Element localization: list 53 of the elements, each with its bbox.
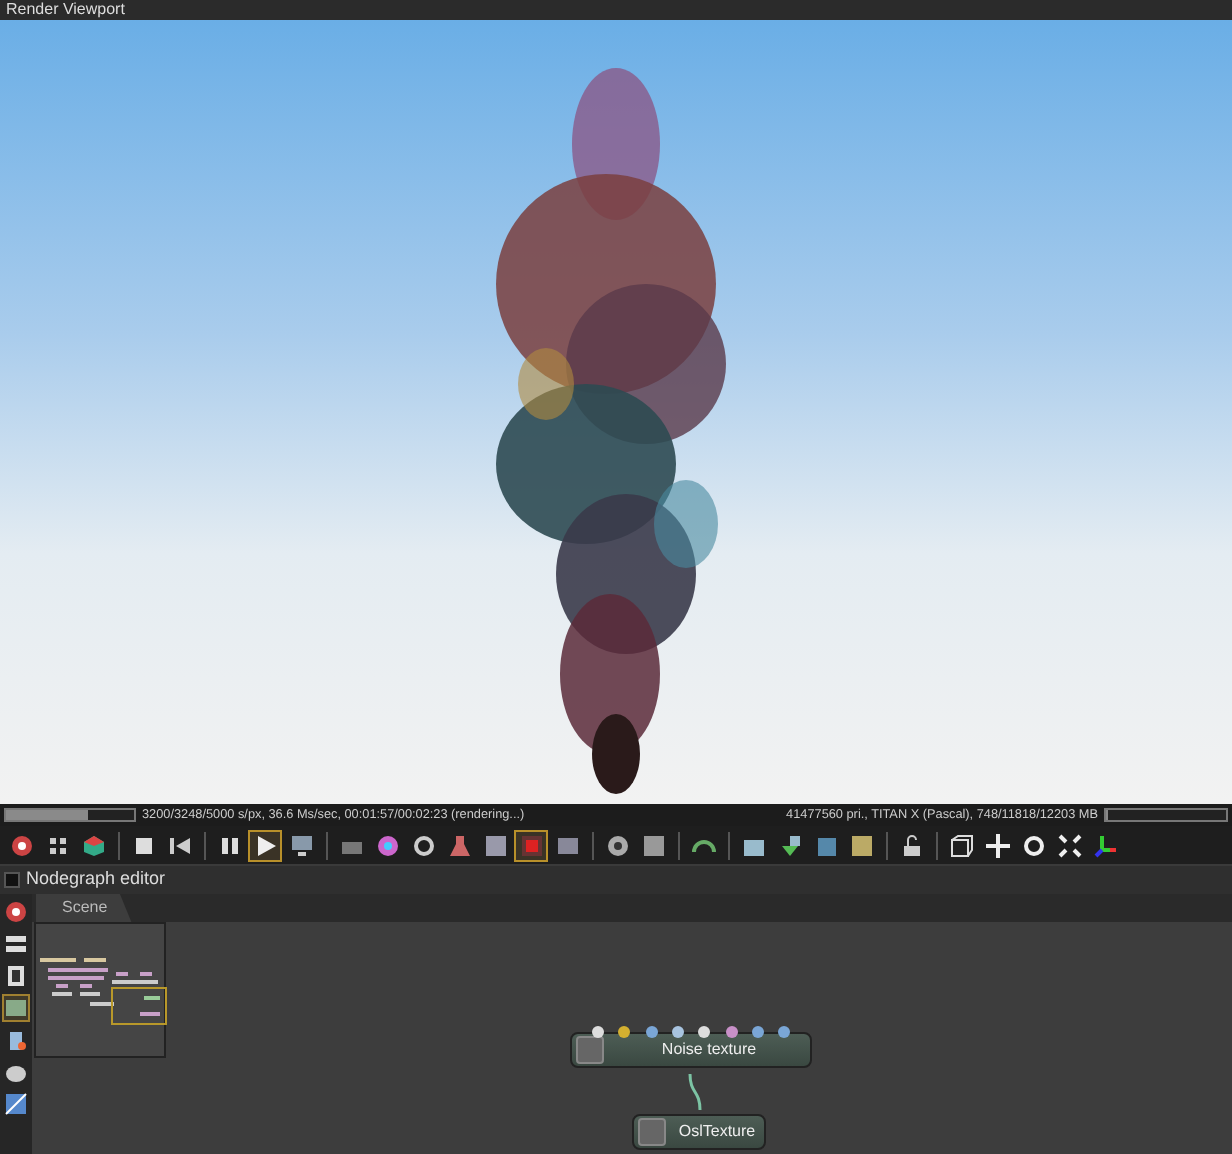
graph-node[interactable]: OslTexture	[632, 1114, 766, 1150]
flask-icon	[447, 833, 471, 857]
input-pin[interactable]	[618, 1026, 631, 1038]
input-pin[interactable]	[698, 1026, 711, 1038]
node-label: OslTexture	[676, 1120, 758, 1144]
axes-icon	[1093, 833, 1117, 857]
fit-view-icon	[1057, 833, 1081, 857]
panel-title: Nodegraph editor	[26, 866, 166, 893]
arrow-down-icon	[777, 833, 801, 857]
color-wheel-icon	[375, 833, 399, 857]
input-pin[interactable]	[778, 1026, 791, 1038]
crosshair-icon	[9, 833, 33, 857]
scene-tab[interactable]: Scene	[36, 894, 132, 922]
bottle-icon	[4, 1028, 28, 1052]
node-label: Noise texture	[659, 1038, 759, 1062]
input-pin[interactable]	[725, 1026, 737, 1038]
rotate-icon	[1021, 833, 1045, 857]
dots-icon	[45, 833, 69, 857]
pattern-button[interactable]	[2, 1090, 30, 1118]
input-pin[interactable]	[751, 1026, 764, 1038]
padlock-icon	[899, 833, 923, 857]
box-icon	[813, 833, 837, 857]
record-icon	[519, 833, 543, 857]
input-pin[interactable]	[645, 1026, 658, 1038]
ring-icon	[411, 833, 435, 857]
nodes-icon	[4, 964, 28, 988]
play-icon	[253, 833, 277, 857]
window-title: Render Viewport	[6, 0, 125, 18]
nodes-button[interactable]	[2, 930, 30, 958]
target-button[interactable]	[2, 898, 30, 926]
gear-icon	[605, 833, 629, 857]
pattern-icon	[4, 1092, 28, 1116]
node-type-icon	[638, 1118, 666, 1146]
pause-icon	[217, 833, 241, 857]
node-type-icon	[576, 1036, 604, 1064]
square-icon	[641, 833, 665, 857]
nodes-button[interactable]	[2, 962, 30, 990]
skip-back-icon	[167, 833, 191, 857]
move-button[interactable]	[980, 829, 1014, 861]
monitor-icon	[289, 833, 313, 857]
target-icon	[4, 900, 28, 924]
input-pin[interactable]	[671, 1026, 684, 1038]
graph-node[interactable]: Noise texture	[570, 1032, 812, 1068]
node-connection	[688, 1073, 702, 1111]
record-button[interactable]	[514, 829, 548, 861]
cube-icon	[81, 833, 105, 857]
move-icon	[985, 833, 1009, 857]
play-button[interactable]	[248, 829, 282, 861]
input-pin[interactable]	[592, 1026, 604, 1038]
stop-icon	[131, 833, 155, 857]
nodes-icon	[4, 932, 28, 956]
wireframe-cube-icon	[949, 833, 973, 857]
panel-toggle-icon	[4, 872, 20, 888]
